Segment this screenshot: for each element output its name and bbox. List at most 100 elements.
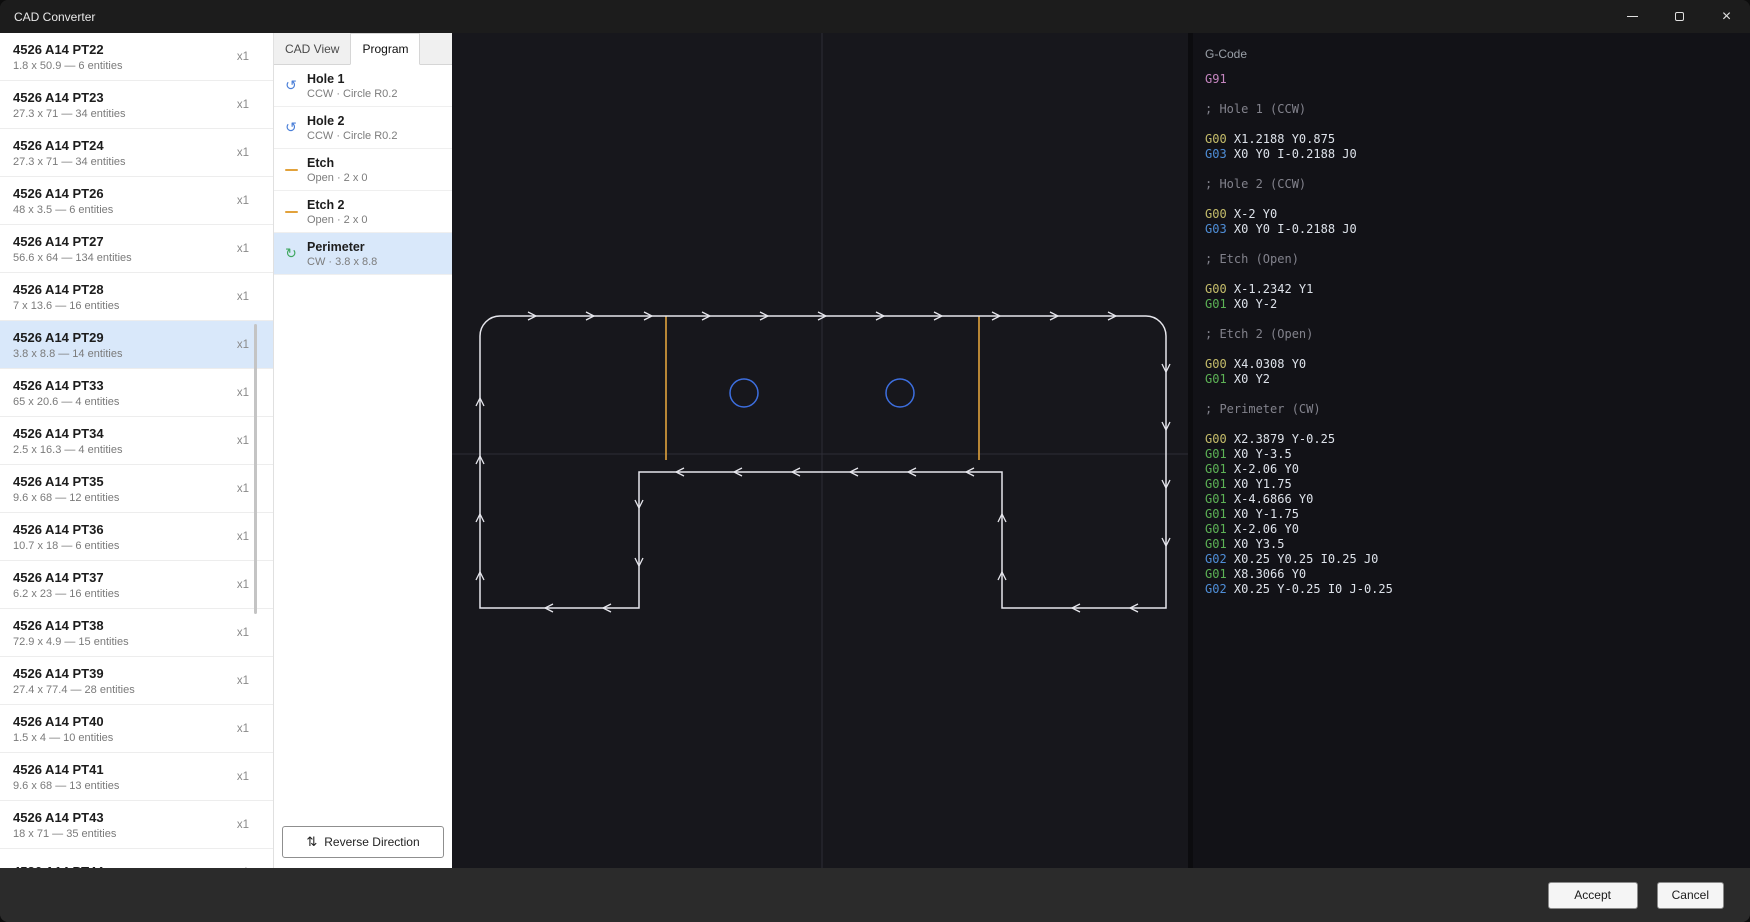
gcode-blank-line: [1205, 312, 1742, 327]
gcode-blank-line: [1205, 387, 1742, 402]
part-item[interactable]: 4526 A14 PT37 6.2 x 23 — 16 entities x1: [0, 561, 273, 609]
part-qty: x1: [237, 195, 249, 207]
part-name: 4526 A14 PT33: [13, 378, 119, 393]
part-name: 4526 A14 PT22: [13, 42, 122, 57]
part-item[interactable]: 4526 A14 PT33 65 x 20.6 — 4 entities x1: [0, 369, 273, 417]
part-name: 4526 A14 PT43: [13, 810, 116, 825]
part-item[interactable]: 4526 A14 PT35 9.6 x 68 — 12 entities x1: [0, 465, 273, 513]
maximize-button[interactable]: [1656, 0, 1703, 33]
tab-cad-view[interactable]: CAD View: [274, 33, 350, 64]
part-desc: 2.5 x 16.3 — 4 entities: [13, 444, 122, 456]
operation-row[interactable]: Etch 2 Open · 2 x 0: [274, 191, 452, 233]
gcode-line: G01 X0 Y3.5: [1205, 537, 1742, 552]
operation-desc: CCW · Circle R0.2: [307, 130, 397, 142]
gcode-line: G01 X0 Y-3.5: [1205, 447, 1742, 462]
sidebar-scrollbar-thumb[interactable]: [254, 324, 257, 614]
close-button[interactable]: ×: [1703, 0, 1750, 33]
gcode-line: G01 X0 Y2: [1205, 372, 1742, 387]
part-desc: 65 x 20.6 — 4 entities: [13, 396, 119, 408]
operation-name: Hole 2: [307, 114, 397, 128]
gcode-comment-line: ; Hole 1 (CCW): [1205, 102, 1742, 117]
reverse-direction-button[interactable]: ⇅ Reverse Direction: [282, 826, 444, 858]
part-desc: 9.6 x 68 — 13 entities: [13, 780, 119, 792]
operation-desc: Open · 2 x 0: [307, 172, 368, 184]
operation-row[interactable]: ↺ Hole 2 CCW · Circle R0.2: [274, 107, 452, 149]
operation-desc: Open · 2 x 0: [307, 214, 368, 226]
gcode-line: G03 X0 Y0 I-0.2188 J0: [1205, 222, 1742, 237]
gcode-line: G01 X0 Y-1.75: [1205, 507, 1742, 522]
minimize-button[interactable]: [1609, 0, 1656, 33]
part-qty: x1: [237, 387, 249, 399]
part-qty: x1: [237, 147, 249, 159]
gcode-line: G00 X2.3879 Y-0.25: [1205, 432, 1742, 447]
gcode-lines: G91 ; Hole 1 (CCW) G00 X1.2188 Y0.875G03…: [1205, 72, 1742, 597]
part-desc: 9.6 x 68 — 12 entities: [13, 492, 119, 504]
gcode-line: G02 X0.25 Y0.25 I0.25 J0: [1205, 552, 1742, 567]
minimize-icon: [1627, 16, 1638, 17]
part-item[interactable]: 4526 A14 PT29 3.8 x 8.8 — 14 entities x1: [0, 321, 273, 369]
part-item[interactable]: 4526 A14 PT38 72.9 x 4.9 — 15 entities x…: [0, 609, 273, 657]
titlebar[interactable]: CAD Converter ×: [0, 0, 1750, 33]
gcode-blank-line: [1205, 267, 1742, 282]
part-item[interactable]: 4526 A14 PT39 27.4 x 77.4 — 28 entities …: [0, 657, 273, 705]
part-item[interactable]: 4526 A14 PT43 18 x 71 — 35 entities x1: [0, 801, 273, 849]
part-item[interactable]: 4526 A14 PT28 7 x 13.6 — 16 entities x1: [0, 273, 273, 321]
operations-list: ↺ Hole 1 CCW · Circle R0.2 ↺ Hole 2 CCW …: [274, 65, 452, 275]
part-item[interactable]: 4526 A14 PT24 27.3 x 71 — 34 entities x1: [0, 129, 273, 177]
part-item[interactable]: 4526 A14 PT36 10.7 x 18 — 6 entities x1: [0, 513, 273, 561]
cad-canvas[interactable]: [452, 33, 1188, 868]
part-desc: 48 x 3.5 — 6 entities: [13, 204, 113, 216]
app-window: CAD Converter × 4526 A14 PT22 1.8 x 50.9…: [0, 0, 1750, 922]
part-qty: x1: [237, 723, 249, 735]
gcode-line: G01 X0 Y1.75: [1205, 477, 1742, 492]
operation-row[interactable]: ↻ Perimeter CW · 3.8 x 8.8: [274, 233, 452, 275]
gcode-comment-line: ; Perimeter (CW): [1205, 402, 1742, 417]
part-desc: 1.8 x 50.9 — 6 entities: [13, 60, 122, 72]
part-name: 4526 A14 PT28: [13, 282, 119, 297]
gcode-line: G01 X8.3066 Y0: [1205, 567, 1742, 582]
gcode-line: G01 X0 Y-2: [1205, 297, 1742, 312]
cancel-button[interactable]: Cancel: [1657, 882, 1724, 909]
part-qty: x1: [237, 531, 249, 543]
part-qty: x1: [237, 339, 249, 351]
part-item[interactable]: 4526 A14 PT41 9.6 x 68 — 13 entities x1: [0, 753, 273, 801]
part-name: 4526 A14 PT35: [13, 474, 119, 489]
etch-line-icon: [282, 211, 300, 213]
part-desc: 10.7 x 18 — 6 entities: [13, 540, 119, 552]
part-name: 4526 A14 PT26: [13, 186, 113, 201]
part-item[interactable]: 4526 A14 PT27 56.6 x 64 — 134 entities x…: [0, 225, 273, 273]
part-desc: 27.4 x 77.4 — 28 entities: [13, 684, 135, 696]
gcode-line: G03 X0 Y0 I-0.2188 J0: [1205, 147, 1742, 162]
gcode-line: G00 X4.0308 Y0: [1205, 357, 1742, 372]
tab-strip: CAD View Program: [274, 33, 452, 65]
part-name: 4526 A14 PT40: [13, 714, 113, 729]
part-name: 4526 A14 PT27: [13, 234, 132, 249]
gcode-comment-line: ; Etch 2 (Open): [1205, 327, 1742, 342]
part-desc: 3.8 x 8.8 — 14 entities: [13, 348, 122, 360]
part-item[interactable]: 4526 A14 PT44 x1: [0, 849, 273, 868]
operation-desc: CCW · Circle R0.2: [307, 88, 397, 100]
part-name: 4526 A14 PT39: [13, 666, 135, 681]
part-item[interactable]: 4526 A14 PT23 27.3 x 71 — 34 entities x1: [0, 81, 273, 129]
gcode-line: G00 X-1.2342 Y1: [1205, 282, 1742, 297]
part-outline: [480, 316, 1166, 608]
operation-row[interactable]: ↺ Hole 1 CCW · Circle R0.2: [274, 65, 452, 107]
part-desc: 6.2 x 23 — 16 entities: [13, 588, 119, 600]
part-qty: x1: [237, 771, 249, 783]
hole-circle: [886, 379, 914, 407]
part-item[interactable]: 4526 A14 PT40 1.5 x 4 — 10 entities x1: [0, 705, 273, 753]
tab-program[interactable]: Program: [350, 33, 420, 65]
accept-button[interactable]: Accept: [1548, 882, 1638, 909]
part-item[interactable]: 4526 A14 PT34 2.5 x 16.3 — 4 entities x1: [0, 417, 273, 465]
part-desc: 1.5 x 4 — 10 entities: [13, 732, 113, 744]
footer-bar: Accept Cancel: [0, 868, 1750, 922]
reverse-direction-icon: ⇅: [306, 834, 317, 850]
operation-row[interactable]: Etch Open · 2 x 0: [274, 149, 452, 191]
part-item[interactable]: 4526 A14 PT22 1.8 x 50.9 — 6 entities x1: [0, 33, 273, 81]
ccw-rotation-icon: ↺: [282, 77, 300, 94]
parts-sidebar: 4526 A14 PT22 1.8 x 50.9 — 6 entities x1…: [0, 33, 273, 868]
ccw-rotation-icon: ↺: [282, 119, 300, 136]
part-name: 4526 A14 PT24: [13, 138, 126, 153]
window-title: CAD Converter: [14, 10, 95, 24]
part-item[interactable]: 4526 A14 PT26 48 x 3.5 — 6 entities x1: [0, 177, 273, 225]
